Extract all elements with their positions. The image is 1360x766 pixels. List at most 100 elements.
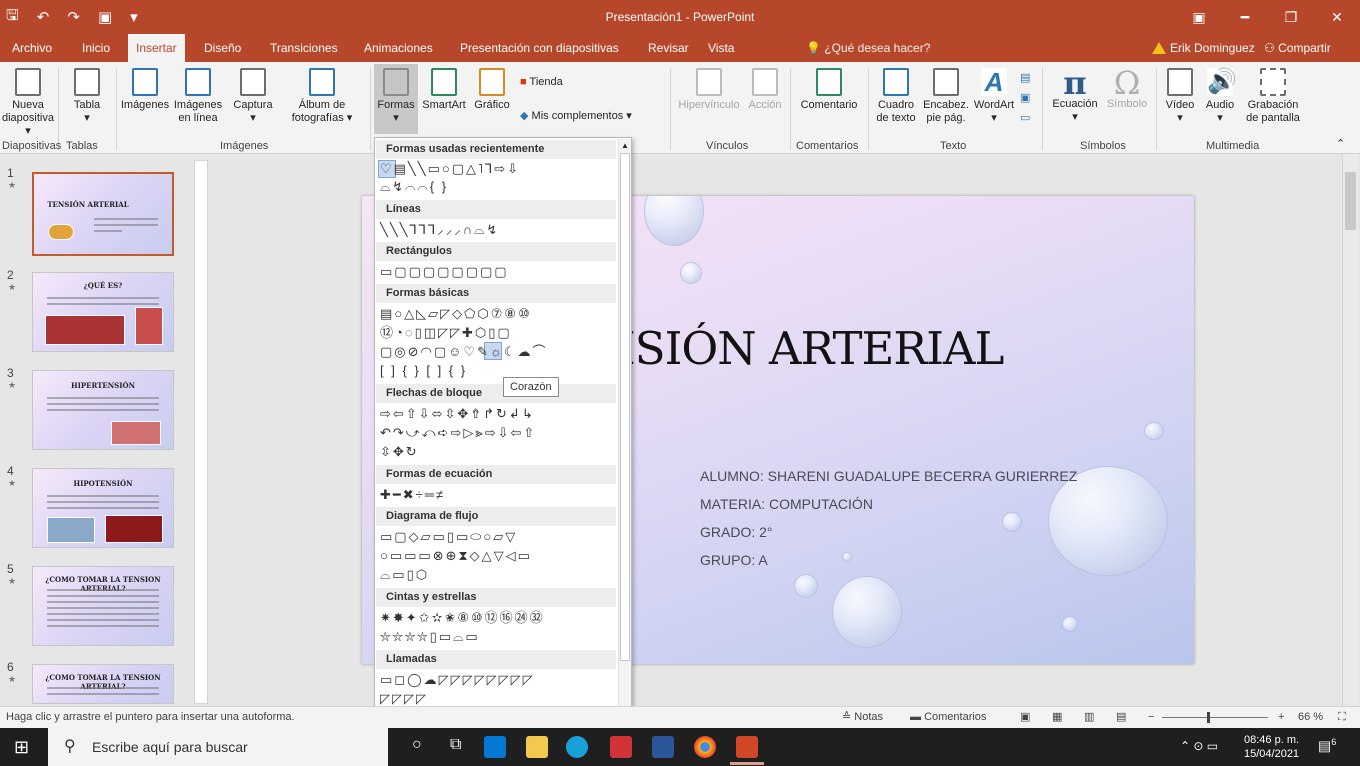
tab-presentacion[interactable]: Presentación con diapositivas — [452, 34, 627, 62]
powerpoint-icon[interactable] — [736, 736, 758, 758]
close-icon[interactable]: ✕ — [1314, 0, 1360, 34]
shape-row[interactable]: ▭▢▢▢▢▢▢▢▢ — [380, 263, 509, 280]
shape-row[interactable]: ▢◎⊘◠▢☺♡✎☼☾☁⌒ — [380, 343, 548, 360]
zoom-slider-thumb[interactable] — [1207, 712, 1210, 723]
store-button[interactable]: ■ Tienda — [520, 74, 563, 90]
shape-row[interactable]: ↶↷⤻⤺➪⇨▷⪢⇨⇩⇦⇧ — [380, 424, 536, 441]
taskbar-search[interactable]: ⚲ Escribe aquí para buscar — [48, 728, 388, 766]
slide-sorter-icon[interactable]: ▦ — [1052, 707, 1062, 728]
user-account[interactable]: Erik Dominguez — [1152, 34, 1255, 62]
equation-button[interactable]: π Ecuación ▾ — [1046, 67, 1104, 124]
shapes-button[interactable]: Formas ▾ — [374, 64, 418, 134]
clock[interactable]: 08:46 p. m. 15/04/2021 — [1244, 733, 1299, 761]
restore-icon[interactable]: ❐ — [1268, 0, 1314, 34]
cortana-icon[interactable]: ○ — [412, 736, 422, 754]
zoom-level[interactable]: 66 % — [1298, 707, 1323, 728]
tell-me-search[interactable]: 💡 ¿Qué desea hacer? — [806, 34, 930, 62]
shape-row[interactable]: ⛦⛦⛦⛦▯▭⌓▭ — [380, 628, 480, 645]
tab-revisar[interactable]: Revisar — [640, 34, 697, 62]
textbox-button[interactable]: Cuadro de texto — [870, 68, 922, 125]
shape-row[interactable]: ╲╲╲⅂⅂⅂⸝⸝⸝∩⌓↯ — [380, 221, 499, 238]
slide-line-grado[interactable]: GRADO: 2° — [700, 524, 773, 540]
slide-thumbnail-2[interactable]: ¿QUÉ ES? — [32, 272, 174, 352]
shape-row[interactable]: ⑫◔◌▯◫◸◸✚⬡▯▢ — [380, 324, 512, 341]
notes-button[interactable]: ≙ Notas — [842, 707, 883, 728]
store-app-icon[interactable] — [484, 736, 506, 758]
normal-view-icon[interactable]: ▣ — [1020, 707, 1030, 728]
scroll-thumb[interactable] — [620, 153, 630, 661]
header-footer-button[interactable]: Encabez. pie pág. — [922, 68, 970, 125]
notifications-icon[interactable]: ▤6 — [1318, 737, 1336, 755]
scroll-thumb[interactable] — [1345, 172, 1356, 230]
zoom-out-icon[interactable]: − — [1148, 707, 1154, 728]
slide-line-alumno[interactable]: ALUMNO: SHARENI GUADALUPE BECERRA GURIER… — [700, 468, 1077, 484]
shape-row[interactable]: ◸◸◸◸ — [380, 690, 428, 707]
photo-album-button[interactable]: Álbum de fotografías ▾ — [280, 68, 364, 125]
chart-button[interactable]: Gráfico — [470, 68, 514, 112]
screen-recording-button[interactable]: Grabación de pantalla — [1240, 68, 1306, 125]
windows-start-icon[interactable]: ⊞ — [14, 737, 29, 758]
slide-title[interactable]: ISIÓN ARTERIAL — [618, 322, 1004, 375]
text-small-icons[interactable]: ▤ ▣ ▭ — [1020, 68, 1030, 128]
reading-view-icon[interactable]: ▥ — [1084, 707, 1094, 728]
shape-row[interactable]: ▭▢◇▱▭▯▭⬭○▱▽ — [380, 528, 517, 545]
hyperlink-button[interactable]: Hipervínculo — [674, 68, 744, 112]
tab-vista[interactable]: Vista — [700, 34, 742, 62]
slide-thumbnail-4[interactable]: HIPOTENSIÓN — [32, 468, 174, 548]
table-button[interactable]: Tabla ▾ — [62, 68, 112, 125]
thumbnails-scrollbar[interactable] — [194, 160, 208, 704]
slideshow-icon[interactable]: ▤ — [1116, 707, 1126, 728]
fit-slide-icon[interactable]: ⛶ — [1338, 707, 1346, 728]
audio-button[interactable]: 🔊 Audio ▾ — [1200, 68, 1240, 125]
share-button[interactable]: ⚇ Compartir — [1264, 34, 1331, 62]
slide-thumbnail-1[interactable]: TENSIÓN ARTERIAL — [32, 172, 174, 256]
smartart-button[interactable]: SmartArt — [420, 68, 468, 112]
slide-line-materia[interactable]: MATERIA: COMPUTACIÓN — [700, 496, 873, 512]
tab-inicio[interactable]: Inicio — [74, 34, 118, 62]
edge-icon[interactable] — [566, 736, 588, 758]
ribbon-display-icon[interactable]: ▣ — [1176, 0, 1222, 34]
slide-thumbnail-3[interactable]: HIPERTENSIÓN — [32, 370, 174, 450]
shapes-scrollbar[interactable]: ▲ ▼ — [618, 139, 631, 719]
online-pictures-button[interactable]: Imágenes en línea — [170, 68, 226, 125]
zoom-in-icon[interactable]: + — [1278, 707, 1284, 728]
slide-vertical-scrollbar[interactable] — [1342, 154, 1358, 706]
video-button[interactable]: Vídeo ▾ — [1160, 68, 1200, 125]
file-explorer-icon[interactable] — [526, 736, 548, 758]
shape-row[interactable]: ⇳✥↻ — [380, 443, 419, 460]
comments-button[interactable]: ▬ Comentarios — [910, 707, 986, 728]
shape-row[interactable]: ▭◻◯☁◸◸◸◸◸◸◸◸ — [380, 671, 535, 688]
shape-row[interactable]: ♡▤╲╲▭○▢△˥⅂⇨⇩ — [380, 160, 520, 177]
comment-button[interactable]: Comentario — [794, 68, 864, 112]
scroll-up-icon[interactable]: ▲ — [620, 141, 630, 151]
mail-icon[interactable] — [610, 736, 632, 758]
slide-thumbnail-6[interactable]: ¿COMO TOMAR LA TENSION ARTERIAL? — [32, 664, 174, 704]
wordart-button[interactable]: A WordArt ▾ — [970, 68, 1018, 125]
shape-row[interactable]: ✚━✖÷═≠ — [380, 486, 445, 503]
shape-row[interactable]: ○▭▭▭⊗⊕⧗◇△▽◁▭ — [380, 547, 532, 564]
chrome-icon[interactable] — [694, 736, 716, 758]
screenshot-button[interactable]: Captura ▾ — [226, 68, 280, 125]
tab-insertar[interactable]: Insertar — [128, 34, 185, 63]
tab-diseno[interactable]: Diseño — [196, 34, 249, 62]
zoom-slider[interactable] — [1162, 712, 1268, 723]
shape-row[interactable]: ⌓↯⌒⌒{ } — [380, 178, 448, 195]
word-icon[interactable] — [652, 736, 674, 758]
pictures-button[interactable]: Imágenes — [120, 68, 170, 112]
shape-row[interactable]: ⇨⇦⇧⇩⬄⇳✥⇮↱↻↲↳ — [380, 405, 535, 422]
shape-row[interactable]: ▤○△◺▱◸◇⬠⬡⑦⑧⑩ — [380, 305, 532, 322]
task-view-icon[interactable]: ⧉ — [450, 736, 461, 754]
slide-thumbnail-5[interactable]: ¿COMO TOMAR LA TENSION ARTERIAL? — [32, 566, 174, 646]
minimize-icon[interactable]: ━ — [1222, 0, 1268, 34]
shape-row[interactable]: [ ] { } [ ] { } — [380, 362, 467, 379]
symbol-button[interactable]: Ω Símbolo — [1104, 67, 1150, 111]
tab-archivo[interactable]: Archivo — [4, 34, 60, 62]
tab-transiciones[interactable]: Transiciones — [262, 34, 346, 62]
shape-row[interactable]: ✷✸✦✩✫✬⑧⑩⑫⑯㉔㉜ — [380, 609, 545, 626]
my-addins-button[interactable]: ◆ Mis complementos ▾ — [520, 108, 632, 124]
slide-line-grupo[interactable]: GRUPO: A — [700, 552, 768, 568]
tray-icons[interactable]: ⌃ ⊙ ▭ — [1180, 739, 1218, 753]
collapse-ribbon-icon[interactable]: ⌃ — [1336, 136, 1345, 152]
action-button[interactable]: Acción — [744, 68, 786, 112]
shape-row[interactable]: ⌓▭▯⬡ — [380, 566, 429, 583]
